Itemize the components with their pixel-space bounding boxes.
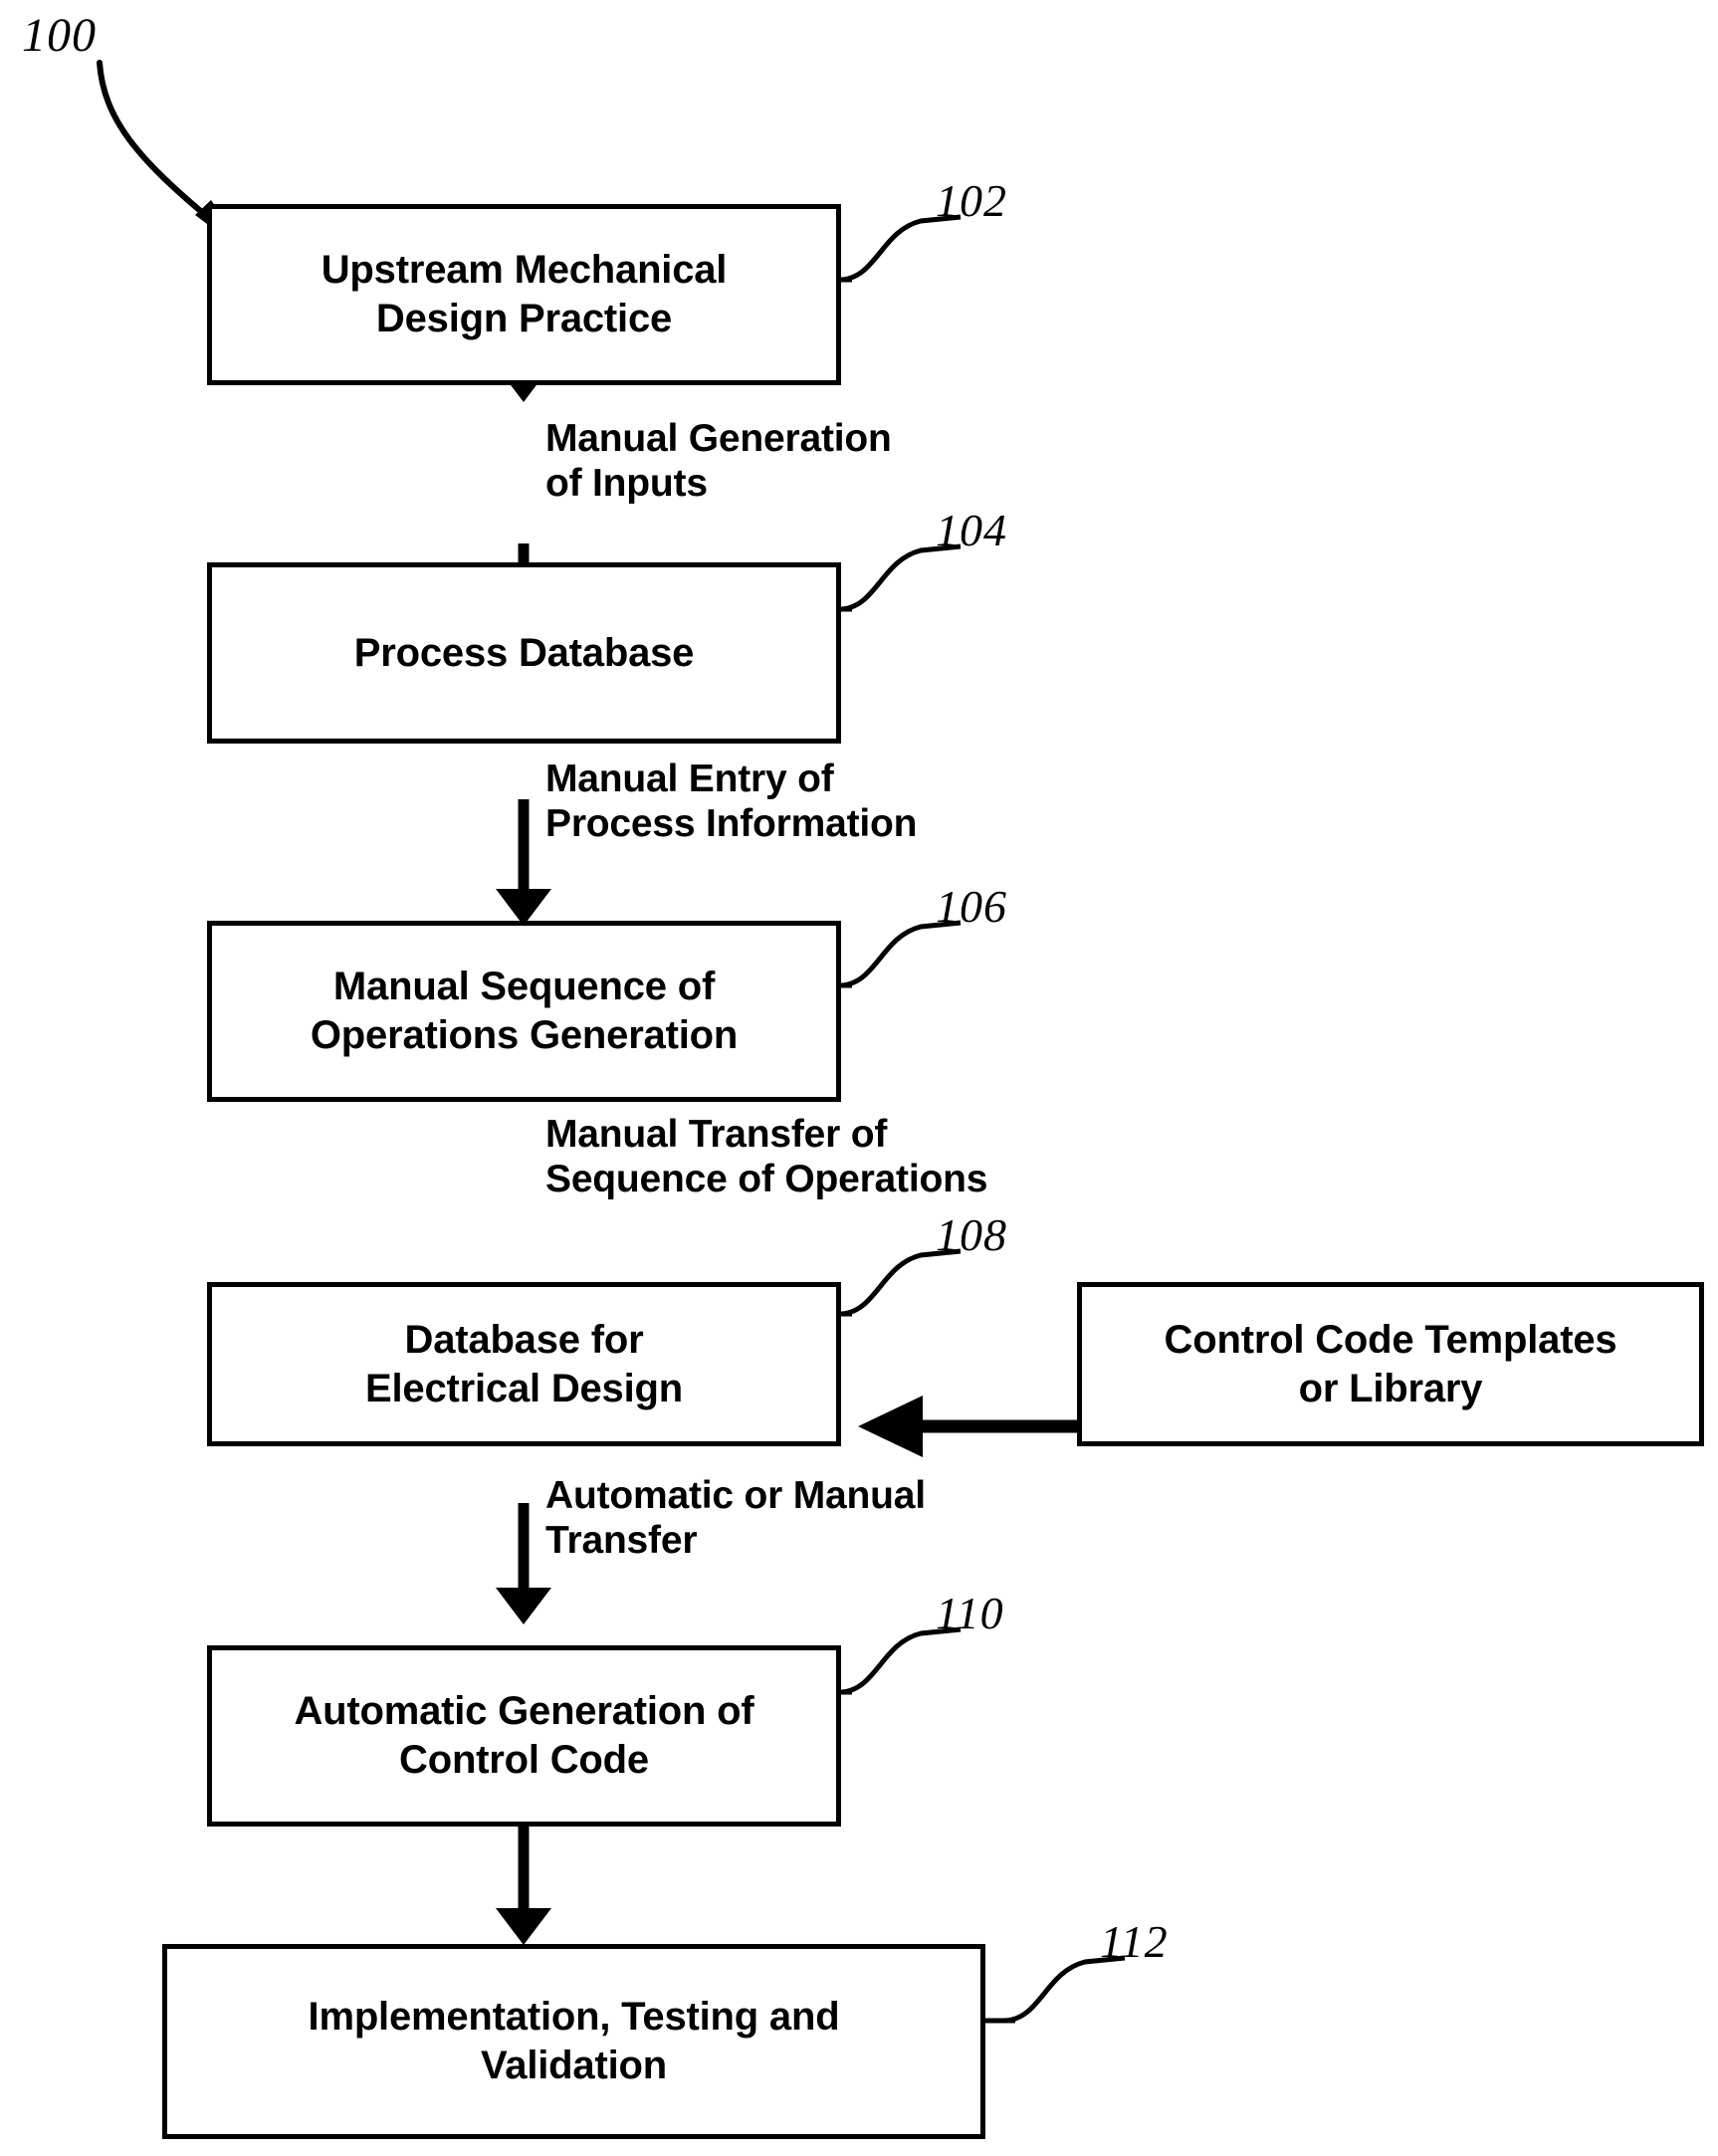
ref-number-110: 110 (936, 1588, 1004, 1638)
ref-number-112: 112 (1100, 1916, 1169, 1967)
ref-number-108: 108 (936, 1209, 1007, 1260)
node-automatic-generation-of-control-code[interactable]: Automatic Generation of Control Code (207, 1645, 841, 1827)
node-implementation-testing-and-validation[interactable]: Implementation, Testing and Validation (162, 1944, 985, 2139)
node-upstream-mechanical-design-practice[interactable]: Upstream Mechanical Design Practice (207, 204, 841, 385)
edge-106-108 (496, 799, 551, 926)
node-label: Control Code Templates or Library (1164, 1317, 1617, 1410)
ref-number-104: 104 (936, 505, 1007, 555)
edge-label-manual-transfer-of-sequence-of-operations: Manual Transfer of Sequence of Operation… (545, 1113, 988, 1201)
node-process-database[interactable]: Process Database (207, 562, 841, 744)
edge-110-112 (496, 1827, 551, 1945)
figure-canvas: 100 Upstream Mechanical Design Practice … (0, 0, 1718, 2156)
edge-label-manual-generation-of-inputs: Manual Generation of Inputs (545, 417, 892, 506)
node-label: Upstream Mechanical Design Practice (321, 248, 728, 340)
edge-108-110 (496, 1503, 551, 1624)
edge-label-manual-entry-of-process-information: Manual Entry of Process Information (545, 757, 918, 846)
edge-templates-108 (858, 1396, 1077, 1457)
node-manual-sequence-of-operations-generation[interactable]: Manual Sequence of Operations Generation (207, 921, 841, 1102)
node-label: Manual Sequence of Operations Generation (310, 965, 739, 1057)
node-label: Database for Electrical Design (365, 1317, 683, 1410)
ref-number-102: 102 (936, 175, 1007, 226)
node-label: Implementation, Testing and Validation (308, 1995, 840, 2087)
node-label: Process Database (353, 630, 695, 675)
ref-number-106: 106 (936, 881, 1007, 932)
figure-number: 100 (22, 9, 97, 62)
node-control-code-templates-or-library[interactable]: Control Code Templates or Library (1077, 1282, 1704, 1446)
node-label: Automatic Generation of Control Code (294, 1689, 754, 1782)
edge-label-automatic-or-manual-transfer: Automatic or Manual Transfer (545, 1474, 926, 1563)
node-database-for-electrical-design[interactable]: Database for Electrical Design (207, 1282, 841, 1446)
